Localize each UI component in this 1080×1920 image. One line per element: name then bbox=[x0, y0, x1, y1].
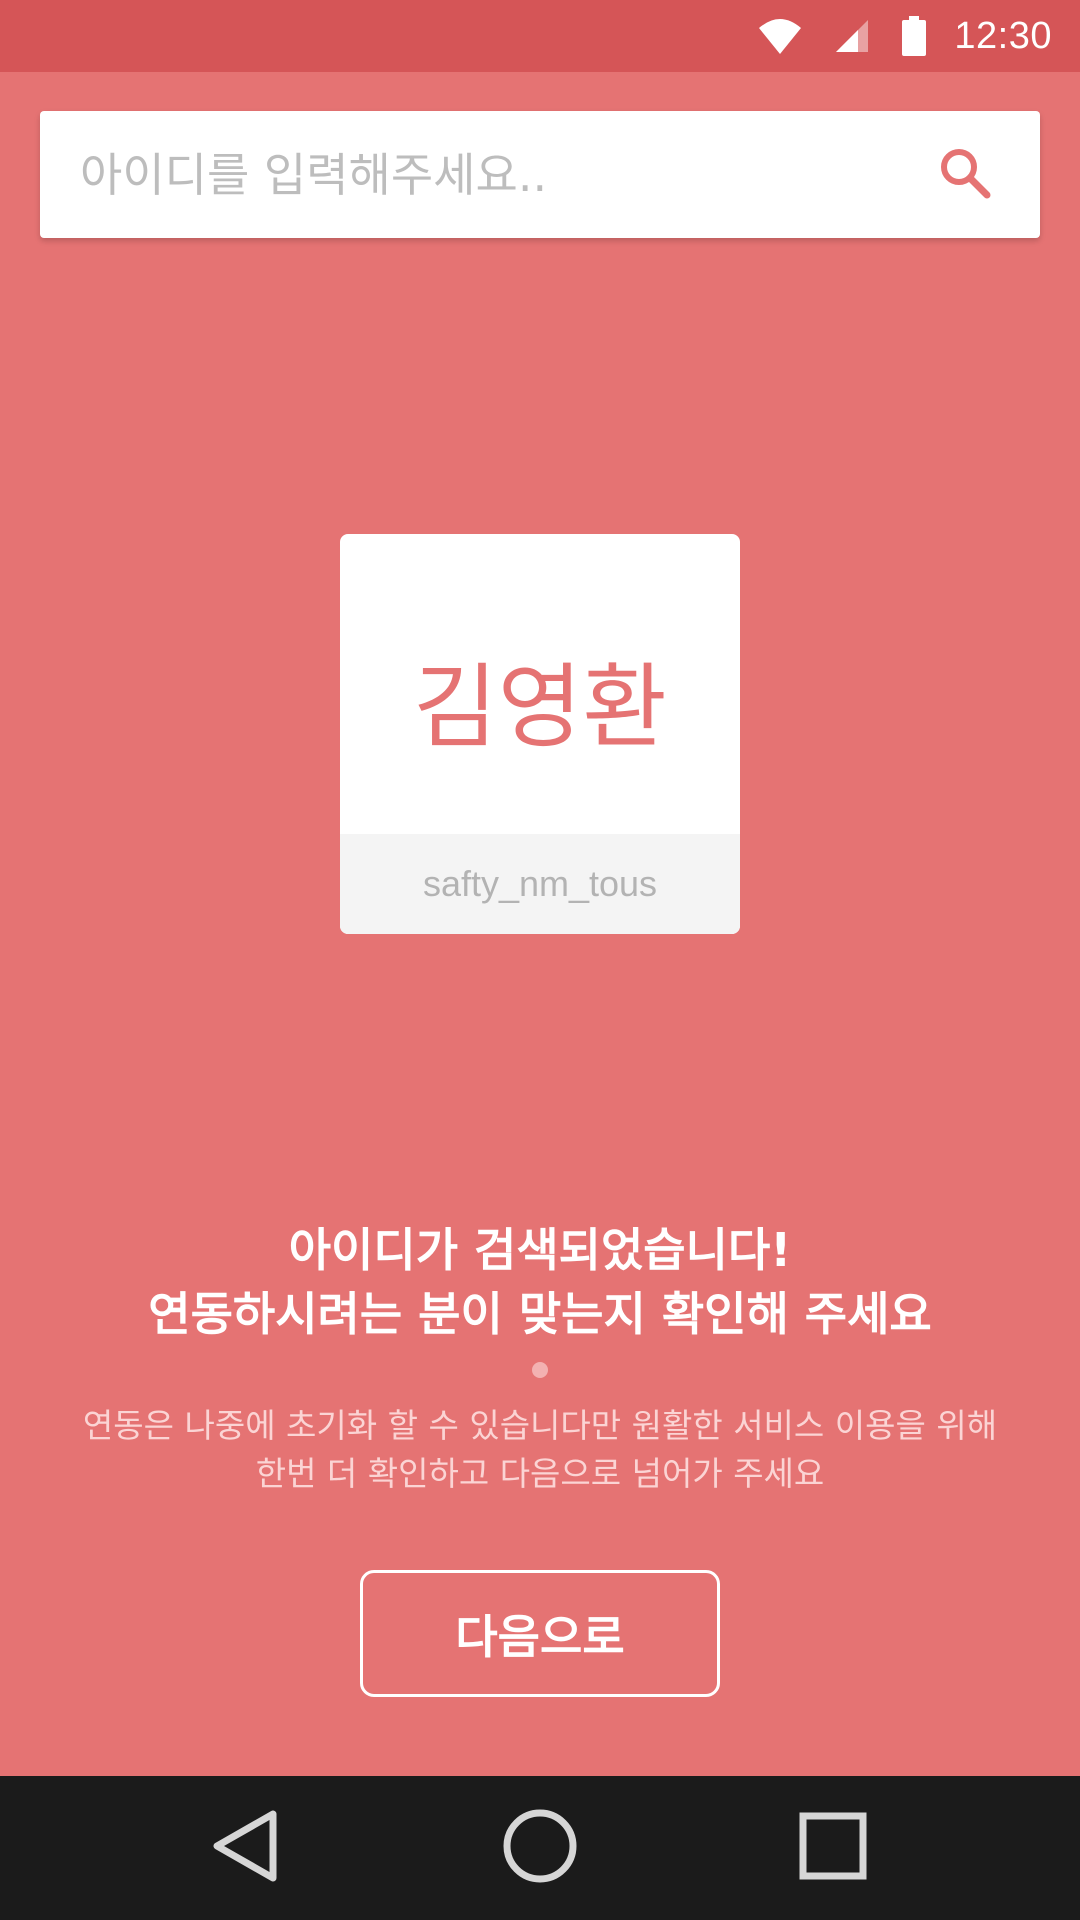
navigation-bar bbox=[0, 1776, 1080, 1920]
home-button[interactable] bbox=[490, 1798, 590, 1898]
subtext-line-1: 연동은 나중에 초기화 할 수 있습니다만 원활한 서비스 이용을 위해 bbox=[82, 1406, 998, 1445]
recents-icon bbox=[798, 1811, 868, 1885]
wifi-icon bbox=[758, 16, 802, 56]
search-bar bbox=[40, 111, 1040, 238]
result-subtext: 연동은 나중에 초기화 할 수 있습니다만 원활한 서비스 이용을 위해 한번 … bbox=[0, 1402, 1080, 1498]
subtext-line-2: 한번 더 확인하고 다음으로 넘어가 주세요 bbox=[255, 1454, 825, 1493]
profile-user-id: safty_nm_tous bbox=[422, 863, 658, 904]
profile-name: 김영환 bbox=[413, 653, 667, 761]
next-button[interactable]: 다음으로 bbox=[360, 1570, 720, 1697]
home-icon bbox=[500, 1806, 580, 1890]
divider-dot bbox=[532, 1362, 548, 1378]
search-button[interactable] bbox=[930, 140, 1000, 210]
result-headline: 아이디가 검색되었습니다! 연동하시려는 분이 맞는지 확인해 주세요 bbox=[0, 1218, 1080, 1346]
profile-card: 김영환 safty_nm_tous bbox=[340, 534, 740, 934]
battery-icon bbox=[902, 16, 927, 56]
back-icon bbox=[207, 1806, 287, 1890]
headline-line-2: 연동하시려는 분이 맞는지 확인해 주세요 bbox=[148, 1287, 932, 1341]
headline-line-1: 아이디가 검색되었습니다! bbox=[288, 1223, 792, 1277]
recents-button[interactable] bbox=[783, 1798, 883, 1898]
cellular-signal-icon bbox=[834, 18, 870, 54]
profile-id-area: safty_nm_tous bbox=[340, 834, 740, 934]
search-icon bbox=[935, 143, 995, 207]
status-bar: 12:30 bbox=[0, 0, 1080, 72]
profile-name-area: 김영환 bbox=[340, 534, 740, 834]
clock: 12:30 bbox=[954, 14, 1052, 57]
search-input[interactable] bbox=[80, 147, 930, 202]
back-button[interactable] bbox=[197, 1798, 297, 1898]
